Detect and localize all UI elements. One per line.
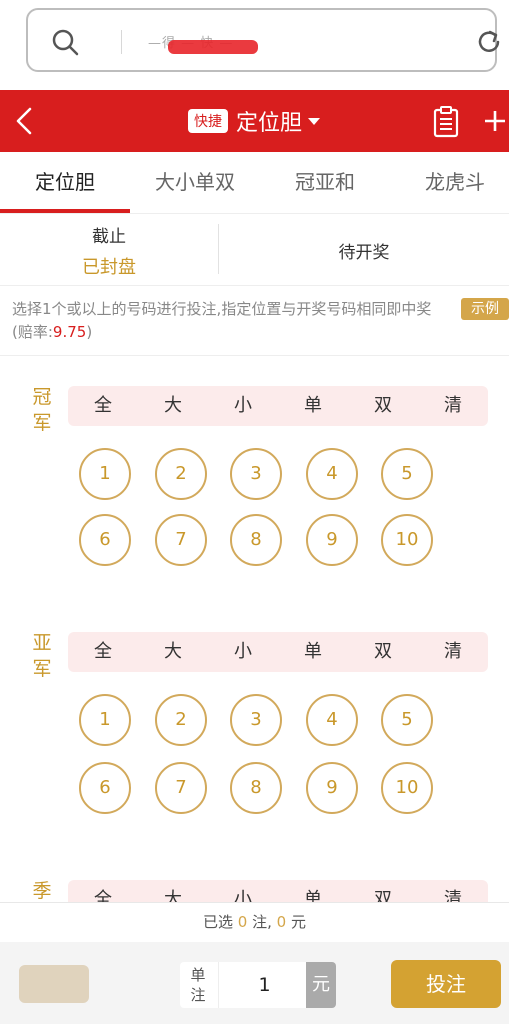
section-third: 季 全 大 小 单 双 清: [0, 852, 509, 902]
ball-1[interactable]: 1: [79, 448, 131, 500]
active-tab-indicator: [0, 209, 130, 213]
quick-badge: 快捷: [188, 109, 228, 133]
quick-pick-even[interactable]: 双: [348, 632, 418, 672]
quick-pick-all[interactable]: 全: [68, 880, 138, 902]
unit-stake-input[interactable]: 1: [218, 962, 310, 1008]
plus-icon[interactable]: [484, 106, 506, 136]
quick-pick-big[interactable]: 大: [138, 880, 208, 902]
selected-amount: 0: [276, 913, 287, 931]
ball-2[interactable]: 2: [155, 694, 207, 746]
deadline-value: 已封盘: [82, 257, 136, 278]
ball-2[interactable]: 2: [155, 448, 207, 500]
tab-bar: 定位胆 大小单双 冠亚和 龙虎斗: [0, 152, 509, 214]
tab-dingweidan[interactable]: 定位胆: [0, 152, 130, 214]
selected-count: 0: [237, 913, 248, 931]
back-icon[interactable]: [10, 104, 40, 138]
browser-bar: —得 — 快 —: [0, 0, 509, 90]
caret-down-icon: [308, 117, 321, 125]
bet-mode-button[interactable]: [19, 965, 89, 1003]
url-field[interactable]: —得 — 快 —: [26, 8, 500, 72]
ball-9[interactable]: 9: [306, 514, 358, 566]
ball-6[interactable]: 6: [79, 762, 131, 814]
section-label: 季: [32, 880, 52, 902]
draw-status-label: 待开奖: [338, 243, 390, 263]
ball-9[interactable]: 9: [306, 762, 358, 814]
deadline-block: 截止 已封盘: [0, 222, 218, 279]
page-title: 定位胆: [236, 111, 303, 136]
quick-pick-odd[interactable]: 单: [278, 632, 348, 672]
rules-text-close: ): [86, 323, 93, 341]
quick-pick-bar: 全 大 小 单 双 清: [68, 386, 488, 426]
quick-pick-big[interactable]: 大: [138, 632, 208, 672]
ball-5[interactable]: 5: [381, 448, 433, 500]
tab-longhudou[interactable]: 龙虎斗: [390, 152, 509, 214]
search-icon[interactable]: [50, 27, 80, 57]
ball-8[interactable]: 8: [230, 762, 282, 814]
quick-pick-clear[interactable]: 清: [418, 632, 488, 672]
odds-value: 9.75: [52, 323, 87, 341]
rules-info: 选择1个或以上的号码进行投注,指定位置与开奖号码相同即中奖 (赔率:9.75) …: [0, 286, 509, 356]
ball-5[interactable]: 5: [381, 694, 433, 746]
quick-pick-bar: 全 大 小 单 双 清: [68, 880, 488, 902]
unit-stake-label-2: 注: [190, 986, 206, 1004]
ball-8[interactable]: 8: [230, 514, 282, 566]
ball-1[interactable]: 1: [79, 694, 131, 746]
url-divider: [121, 30, 122, 54]
quick-pick-small[interactable]: 小: [208, 386, 278, 426]
app-header: 快捷 定位胆: [0, 90, 509, 152]
ball-6[interactable]: 6: [79, 514, 131, 566]
refresh-icon[interactable]: [474, 27, 504, 57]
ball-3[interactable]: 3: [230, 448, 282, 500]
bet-bar: 单 注 1 元 投注: [0, 942, 509, 1024]
quick-pick-even[interactable]: 双: [348, 386, 418, 426]
section-label: 冠军: [32, 386, 52, 434]
ball-10[interactable]: 10: [381, 514, 433, 566]
selection-summary: 已选 0 注, 0 元: [0, 902, 509, 942]
clipboard-icon[interactable]: [432, 104, 460, 138]
ball-4[interactable]: 4: [306, 694, 358, 746]
selected-prefix: 已选: [202, 913, 233, 931]
game-selector[interactable]: 快捷 定位胆: [188, 104, 321, 138]
redacted-url: [168, 40, 258, 54]
ball-7[interactable]: 7: [155, 514, 207, 566]
quick-pick-small[interactable]: 小: [208, 632, 278, 672]
quick-pick-clear[interactable]: 清: [418, 880, 488, 902]
ball-3[interactable]: 3: [230, 694, 282, 746]
currency-unit: 元: [306, 962, 336, 1008]
quick-pick-small[interactable]: 小: [208, 880, 278, 902]
rules-text: 选择1个或以上的号码进行投注,指定位置与开奖号码相同即中奖 (赔率:9.75): [12, 298, 432, 344]
quick-pick-bar: 全 大 小 单 双 清: [68, 632, 488, 672]
quick-pick-all[interactable]: 全: [68, 386, 138, 426]
draw-status: 截止 已封盘 待开奖: [0, 214, 509, 286]
quick-pick-odd[interactable]: 单: [278, 386, 348, 426]
quick-pick-big[interactable]: 大: [138, 386, 208, 426]
quick-pick-odd[interactable]: 单: [278, 880, 348, 902]
ball-10[interactable]: 10: [381, 762, 433, 814]
ball-7[interactable]: 7: [155, 762, 207, 814]
section-champion: 冠军 全 大 小 单 双 清 1 2 3 4 5 6 7 8 9 10: [0, 356, 509, 606]
example-button[interactable]: 示例: [461, 298, 509, 320]
ball-4[interactable]: 4: [306, 448, 358, 500]
section-label: 亚军: [32, 632, 52, 680]
deadline-label: 截止: [92, 227, 126, 247]
tab-daxiaodanshuang[interactable]: 大小单双: [130, 152, 260, 214]
unit-stake-label: 单 注: [180, 962, 216, 1008]
quick-pick-clear[interactable]: 清: [418, 386, 488, 426]
quick-pick-all[interactable]: 全: [68, 632, 138, 672]
section-runner-up: 亚军 全 大 小 单 双 清 1 2 3 4 5 6 7 8 9 10: [0, 602, 509, 852]
selected-suffix: 元: [291, 913, 307, 931]
unit-stake-label-1: 单: [190, 966, 206, 984]
tab-guanyahe[interactable]: 冠亚和: [260, 152, 390, 214]
selected-mid: 注,: [252, 913, 272, 931]
quick-pick-even[interactable]: 双: [348, 880, 418, 902]
place-bet-button[interactable]: 投注: [391, 960, 501, 1008]
